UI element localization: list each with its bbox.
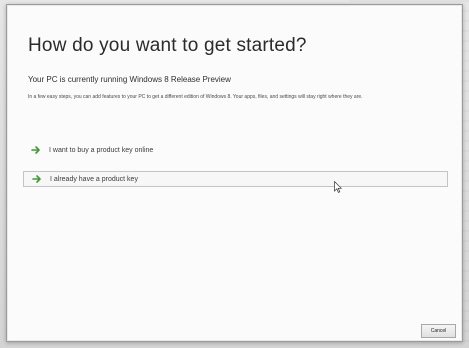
mouse-cursor-icon <box>334 180 343 193</box>
green-arrow-icon <box>31 145 41 155</box>
dialog-title: How do you want to get started? <box>28 35 307 56</box>
dialog-subtitle: Your PC is currently running Windows 8 R… <box>28 75 231 84</box>
add-features-dialog: How do you want to get started? Your PC … <box>6 4 463 342</box>
have-product-key-label: I already have a product key <box>50 175 138 183</box>
dialog-description: In a few easy steps, you can add feature… <box>28 94 363 100</box>
green-arrow-icon <box>32 174 42 184</box>
have-product-key-option[interactable]: I already have a product key <box>23 171 448 187</box>
cancel-button[interactable]: Cancel <box>421 324 456 338</box>
buy-product-key-online-label: I want to buy a product key online <box>49 146 154 154</box>
buy-product-key-online-option[interactable]: I want to buy a product key online <box>23 142 448 158</box>
